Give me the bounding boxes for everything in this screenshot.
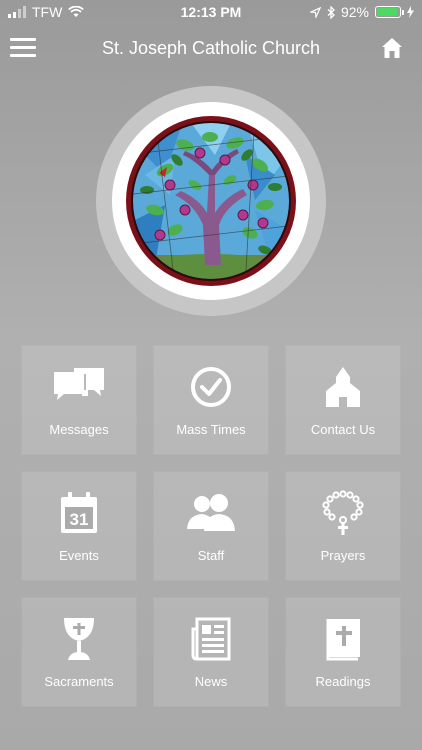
location-arrow-icon [309, 6, 321, 18]
tile-label: Prayers [320, 548, 366, 563]
tile-readings[interactable]: Readings [286, 598, 400, 706]
status-right: 92% [309, 4, 414, 20]
chalice-icon [64, 618, 94, 660]
calendar-day-text: 31 [70, 510, 89, 529]
chat-bubbles-icon [54, 368, 104, 400]
tile-sacraments[interactable]: Sacraments [22, 598, 136, 706]
tile-label: Mass Times [176, 422, 246, 437]
battery-percent: 92% [340, 4, 369, 20]
tile-contact-us[interactable]: Contact Us [286, 346, 400, 454]
menu-grid: Messages Mass Times Contact Us 31 Events… [22, 346, 400, 706]
calendar-icon: 31 [61, 492, 97, 533]
status-bar: TFW 12:13 PM 92% [0, 0, 422, 26]
tile-label: Contact Us [310, 422, 376, 437]
logo-frame [112, 102, 310, 300]
bible-icon [326, 619, 360, 661]
tile-label: Staff [197, 548, 225, 563]
battery-fill [377, 8, 398, 16]
tile-label: Events [59, 548, 99, 563]
page-title: St. Joseph Catholic Church [101, 38, 321, 58]
church-building-icon [326, 367, 360, 407]
rosary-icon [322, 490, 364, 535]
bluetooth-icon [327, 5, 335, 19]
tile-label: News [194, 674, 228, 689]
charging-bolt-icon [407, 6, 414, 18]
tile-label: Sacraments [44, 674, 114, 689]
people-icon [187, 494, 235, 531]
battery-icon [375, 6, 404, 18]
tile-mass-times[interactable]: Mass Times [154, 346, 268, 454]
tile-events[interactable]: 31 Events [22, 472, 136, 580]
tile-messages[interactable]: Messages [22, 346, 136, 454]
newspaper-icon [191, 617, 231, 661]
hamburger-menu-icon[interactable] [10, 38, 36, 58]
tile-prayers[interactable]: Prayers [286, 472, 400, 580]
tile-label: Messages [49, 422, 109, 437]
stained-glass-tree-icon [126, 116, 296, 286]
home-icon[interactable] [380, 36, 404, 60]
tile-news[interactable]: News [154, 598, 268, 706]
church-logo [96, 86, 326, 316]
tile-label: Readings [315, 674, 371, 689]
app-header: St. Joseph Catholic Church [0, 26, 422, 72]
clock-icon [191, 367, 231, 407]
tile-staff[interactable]: Staff [154, 472, 268, 580]
